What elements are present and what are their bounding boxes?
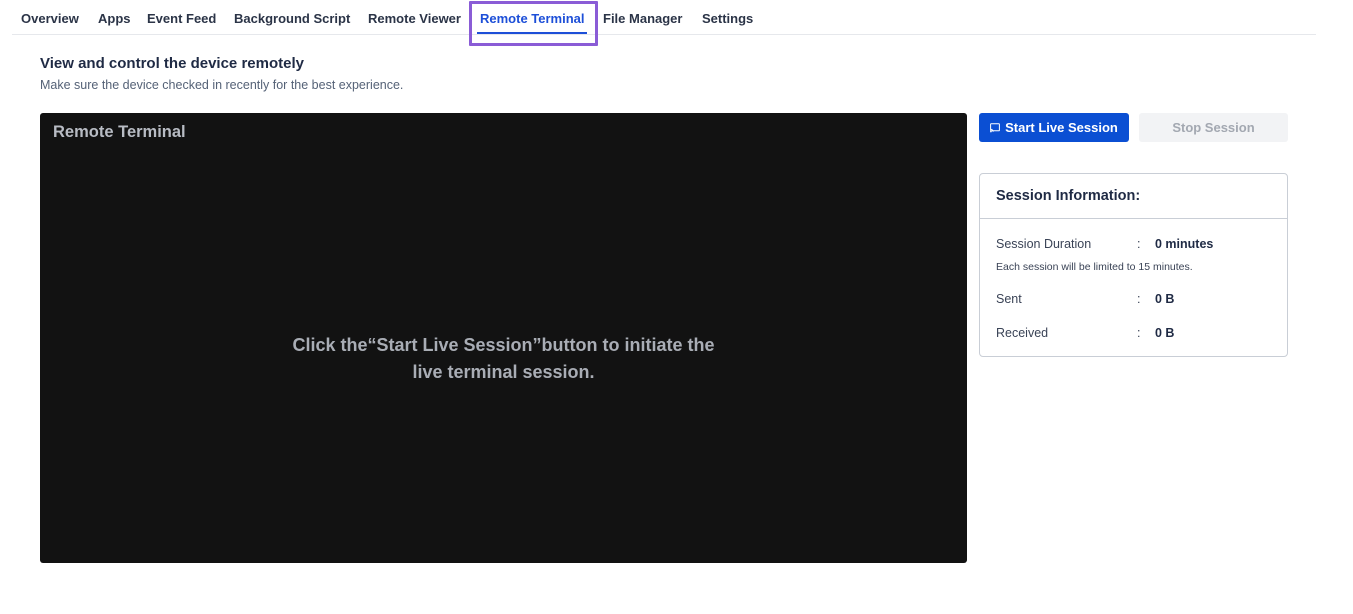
session-info-title: Session Information: <box>980 174 1287 219</box>
tab-event-feed[interactable]: Event Feed <box>147 11 216 26</box>
tab-remote-terminal[interactable]: Remote Terminal <box>480 11 585 26</box>
separator: : <box>1137 292 1141 306</box>
terminal-message-line-1: Click the“Start Live Session”button to i… <box>292 335 715 355</box>
session-duration-label: Session Duration <box>996 237 1092 251</box>
page-subtitle: Make sure the device checked in recently… <box>40 78 404 92</box>
received-value: 0 B <box>1155 326 1175 340</box>
separator: : <box>1137 326 1141 340</box>
terminal-panel[interactable]: Remote Terminal Click the“Start Live Ses… <box>40 113 967 563</box>
separator: : <box>1137 237 1141 251</box>
terminal-placeholder-message: Click the“Start Live Session”button to i… <box>40 332 967 386</box>
tab-remote-viewer[interactable]: Remote Viewer <box>368 11 461 26</box>
page-title: View and control the device remotely <box>40 55 304 72</box>
sent-label: Sent <box>996 292 1022 306</box>
session-duration-value: 0 minutes <box>1155 237 1214 251</box>
tab-bar: Overview Apps Event Feed Background Scri… <box>12 0 1316 35</box>
session-info-card: Session Information: Session Duration : … <box>979 173 1288 357</box>
tab-settings[interactable]: Settings <box>702 11 753 26</box>
tab-apps[interactable]: Apps <box>98 11 131 26</box>
terminal-title: Remote Terminal <box>53 123 186 141</box>
sent-value: 0 B <box>1155 292 1175 306</box>
received-label: Received <box>996 326 1049 340</box>
stop-session-button[interactable]: Stop Session <box>1139 113 1288 142</box>
start-live-session-button[interactable]: Start Live Session <box>979 113 1129 142</box>
start-live-session-label: Start Live Session <box>1005 120 1118 135</box>
active-tab-indicator <box>477 32 587 34</box>
stop-session-label: Stop Session <box>1172 120 1255 135</box>
tab-overview[interactable]: Overview <box>21 11 79 26</box>
terminal-message-line-2: live terminal session. <box>412 362 595 382</box>
session-duration-note: Each session will be limited to 15 minut… <box>996 261 1193 273</box>
cast-icon <box>990 122 1001 132</box>
tab-background-script[interactable]: Background Script <box>234 11 350 26</box>
tab-file-manager[interactable]: File Manager <box>603 11 682 26</box>
